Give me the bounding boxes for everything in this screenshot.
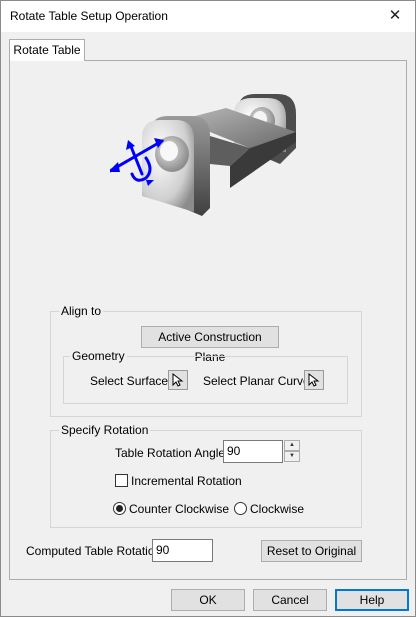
geometry-group: Geometry Select Surface: Select Planar C… bbox=[63, 349, 348, 404]
specify-rotation-group: Specify Rotation Table Rotation Angle: 9… bbox=[50, 423, 362, 528]
ok-button[interactable]: OK bbox=[171, 589, 245, 611]
select-planar-curve-label: Select Planar Curve: bbox=[203, 374, 314, 388]
tab-panel: Align to Active Construction Plane Geome… bbox=[9, 60, 407, 580]
window-title: Rotate Table Setup Operation bbox=[10, 9, 168, 23]
close-icon[interactable]: ✕ bbox=[385, 6, 405, 26]
table-rotation-angle-input[interactable]: 90 bbox=[223, 440, 283, 463]
select-surface-button[interactable] bbox=[168, 370, 188, 390]
cursor-arrow-icon bbox=[172, 373, 184, 387]
table-rotation-angle-label: Table Rotation Angle: bbox=[115, 446, 229, 460]
spin-down-icon[interactable]: ▼ bbox=[284, 451, 300, 462]
dialog-window: Rotate Table Setup Operation ✕ Rotate Ta… bbox=[0, 0, 416, 617]
counter-clockwise-label[interactable]: Counter Clockwise bbox=[129, 501, 229, 517]
help-button[interactable]: Help bbox=[335, 589, 409, 611]
align-to-label: Align to bbox=[59, 304, 104, 318]
geometry-label: Geometry bbox=[70, 349, 127, 363]
incremental-rotation-checkbox[interactable] bbox=[115, 474, 128, 487]
title-bar: Rotate Table Setup Operation ✕ bbox=[1, 1, 415, 32]
specify-rotation-label: Specify Rotation bbox=[59, 423, 151, 437]
clockwise-radio[interactable] bbox=[234, 502, 247, 515]
spin-up-icon[interactable]: ▲ bbox=[284, 440, 300, 451]
clockwise-label[interactable]: Clockwise bbox=[250, 501, 304, 517]
select-surface-label: Select Surface: bbox=[90, 374, 172, 388]
part-preview-image bbox=[110, 94, 296, 216]
angle-spinner[interactable]: ▲ ▼ bbox=[284, 440, 300, 463]
incremental-rotation-label[interactable]: Incremental Rotation bbox=[131, 473, 242, 489]
computed-table-rotation-label: Computed Table Rotation: bbox=[26, 544, 165, 558]
computed-table-rotation-field: 90 bbox=[152, 539, 213, 562]
cancel-button[interactable]: Cancel bbox=[253, 589, 327, 611]
active-construction-plane-button[interactable]: Active Construction Plane bbox=[141, 326, 279, 364]
cursor-arrow-icon bbox=[308, 373, 320, 387]
reset-to-original-button[interactable]: Reset to Original bbox=[261, 540, 362, 562]
align-to-group: Align to Active Construction Plane Geome… bbox=[50, 304, 362, 417]
counter-clockwise-radio[interactable] bbox=[113, 502, 126, 515]
tab-rotate-table[interactable]: Rotate Table bbox=[9, 39, 85, 61]
select-planar-curve-button[interactable] bbox=[304, 370, 324, 390]
